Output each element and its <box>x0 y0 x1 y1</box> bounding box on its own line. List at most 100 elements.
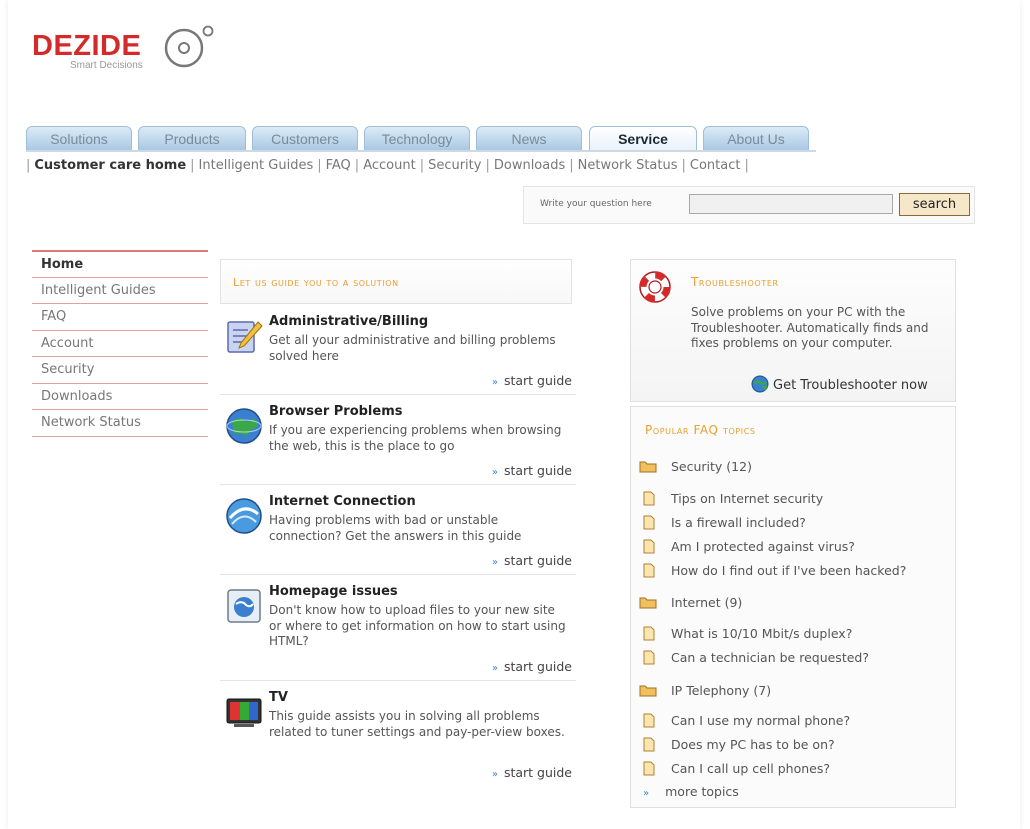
faq-question[interactable]: Tips on Internet security <box>643 491 823 506</box>
tab-service[interactable]: Service <box>589 126 697 150</box>
faq-question-label: Tips on Internet security <box>671 491 824 506</box>
guide-title[interactable]: Internet Connection <box>269 494 416 509</box>
guide-description: Having problems with bad or unstable con… <box>269 513 522 543</box>
faq-category-label: IP Telephony (7) <box>671 683 772 698</box>
search-button[interactable]: search <box>899 193 970 216</box>
guide-title[interactable]: TV <box>269 690 288 705</box>
subnav-network-status[interactable]: Network Status <box>578 158 678 173</box>
guide-item-homepage-issues: Homepage issues Don't know how to upload… <box>220 584 576 680</box>
faq-category-security[interactable]: Security (12) <box>639 459 752 474</box>
tab-news[interactable]: News <box>476 126 582 150</box>
homepage-icon <box>227 589 261 623</box>
guide-divider <box>220 394 576 395</box>
sidebar-item-security[interactable]: Security <box>32 356 208 383</box>
faq-question[interactable]: Is a firewall included? <box>643 515 806 530</box>
subnav-account[interactable]: Account <box>363 158 416 173</box>
start-guide-link[interactable]: » start guide <box>492 553 572 568</box>
document-icon <box>643 713 655 728</box>
subnav-contact[interactable]: Contact <box>690 158 741 173</box>
guide-title[interactable]: Administrative/Billing <box>269 314 428 329</box>
tv-icon <box>226 698 262 727</box>
guide-item-internet-connection: Internet Connection Having problems with… <box>220 494 576 574</box>
tab-technology[interactable]: Technology <box>364 126 470 150</box>
faq-question[interactable]: Can I call up cell phones? <box>643 761 830 776</box>
start-guide-link[interactable]: » start guide <box>492 463 572 478</box>
search-input[interactable] <box>689 194 893 214</box>
subnav-security[interactable]: Security <box>428 158 481 173</box>
faq-question-label: Am I protected against virus? <box>671 539 855 554</box>
start-guide-link[interactable]: » start guide <box>492 765 572 780</box>
tabs-underline <box>26 150 816 152</box>
logo-tagline: Smart Decisions <box>70 60 143 71</box>
faq-question[interactable]: Does my PC has to be on? <box>643 737 835 752</box>
more-topics-link[interactable]: » more topics <box>643 784 739 799</box>
subnav-intelligent-guides[interactable]: Intelligent Guides <box>199 158 314 173</box>
guide-divider <box>220 574 576 575</box>
document-icon <box>643 491 655 506</box>
guide-title[interactable]: Homepage issues <box>269 584 398 599</box>
sidebar-item-account[interactable]: Account <box>32 329 208 357</box>
connection-globe-icon <box>226 498 262 534</box>
start-guide-link[interactable]: » start guide <box>492 373 572 388</box>
subnav-downloads[interactable]: Downloads <box>494 158 565 173</box>
globe-icon <box>226 408 262 444</box>
faq-question-label: Can a technician be requested? <box>671 650 869 665</box>
document-icon <box>643 626 655 641</box>
sidebar-nav: Home Intelligent Guides FAQ Account Secu… <box>32 250 208 437</box>
troubleshooter-panel: Troubleshooter Solve problems on your PC… <box>630 259 956 402</box>
faq-title: Popular FAQ topics <box>645 423 756 437</box>
subnav-customer-care-home[interactable]: Customer care home <box>34 158 186 173</box>
guide-description: This guide assists you in solving all pr… <box>269 709 565 739</box>
guide-description: If you are experiencing problems when br… <box>269 423 562 453</box>
tab-about-us[interactable]: About Us <box>703 126 809 150</box>
start-guide-label: start guide <box>503 463 572 478</box>
document-icon <box>643 563 655 578</box>
sidebar-item-home[interactable]: Home <box>32 250 208 277</box>
sidebar-item-network-status[interactable]: Network Status <box>32 409 208 436</box>
get-troubleshooter-link[interactable]: Get Troubleshooter now <box>751 375 928 393</box>
start-guide-link[interactable]: » start guide <box>492 659 572 674</box>
folder-icon <box>639 461 657 473</box>
faq-question[interactable]: How do I find out if I've been hacked? <box>643 563 906 578</box>
sidebar-item-downloads[interactable]: Downloads <box>32 382 208 410</box>
guide-title[interactable]: Browser Problems <box>269 404 403 419</box>
faq-category-ip-telephony[interactable]: IP Telephony (7) <box>639 683 771 698</box>
double-arrow-icon: » <box>491 377 498 388</box>
guide-section-header: Let us guide you to a solution <box>220 259 572 304</box>
faq-question[interactable]: Can a technician be requested? <box>643 650 869 665</box>
faq-question-label: Can I call up cell phones? <box>671 761 830 776</box>
document-icon <box>643 761 655 776</box>
guide-item-browser-problems: Browser Problems If you are experiencing… <box>220 404 576 484</box>
download-globe-icon <box>751 375 769 393</box>
faq-question[interactable]: Can I use my normal phone? <box>643 713 850 728</box>
more-topics-label: more topics <box>665 784 739 799</box>
tab-products[interactable]: Products <box>138 126 246 150</box>
double-arrow-icon: » <box>643 788 650 799</box>
get-troubleshooter-label: Get Troubleshooter now <box>773 378 928 393</box>
guide-description: Get all your administrative and billing … <box>269 333 556 363</box>
guide-description: Don't know how to upload files to your n… <box>269 603 566 648</box>
faq-question[interactable]: Am I protected against virus? <box>643 539 855 554</box>
troubleshooter-title: Troubleshooter <box>691 275 779 289</box>
faq-category-label: Security (12) <box>671 459 752 474</box>
faq-category-internet[interactable]: Internet (9) <box>639 595 742 610</box>
faq-category-label: Internet (9) <box>671 595 743 610</box>
subnav-faq[interactable]: FAQ <box>326 158 351 173</box>
tab-customers[interactable]: Customers <box>252 126 358 150</box>
faq-question-label: How do I find out if I've been hacked? <box>671 563 907 578</box>
document-icon <box>643 539 655 554</box>
tab-solutions[interactable]: Solutions <box>26 126 132 150</box>
start-guide-label: start guide <box>503 553 572 568</box>
sidebar-item-intelligent-guides[interactable]: Intelligent Guides <box>32 276 208 304</box>
faq-question-label: What is 10/10 Mbit/s duplex? <box>671 626 853 641</box>
folder-icon <box>639 597 657 609</box>
start-guide-label: start guide <box>503 373 572 388</box>
start-guide-label: start guide <box>503 659 572 674</box>
start-guide-label: start guide <box>503 765 572 780</box>
troubleshooter-description: Solve problems on your PC with the Troub… <box>691 305 929 350</box>
sidebar-item-faq[interactable]: FAQ <box>32 303 208 330</box>
search-label: Write your question here <box>540 199 652 209</box>
faq-panel: Popular FAQ topics Security (12) Tips on… <box>630 406 956 808</box>
double-arrow-icon: » <box>491 663 498 674</box>
faq-question[interactable]: What is 10/10 Mbit/s duplex? <box>643 626 852 641</box>
